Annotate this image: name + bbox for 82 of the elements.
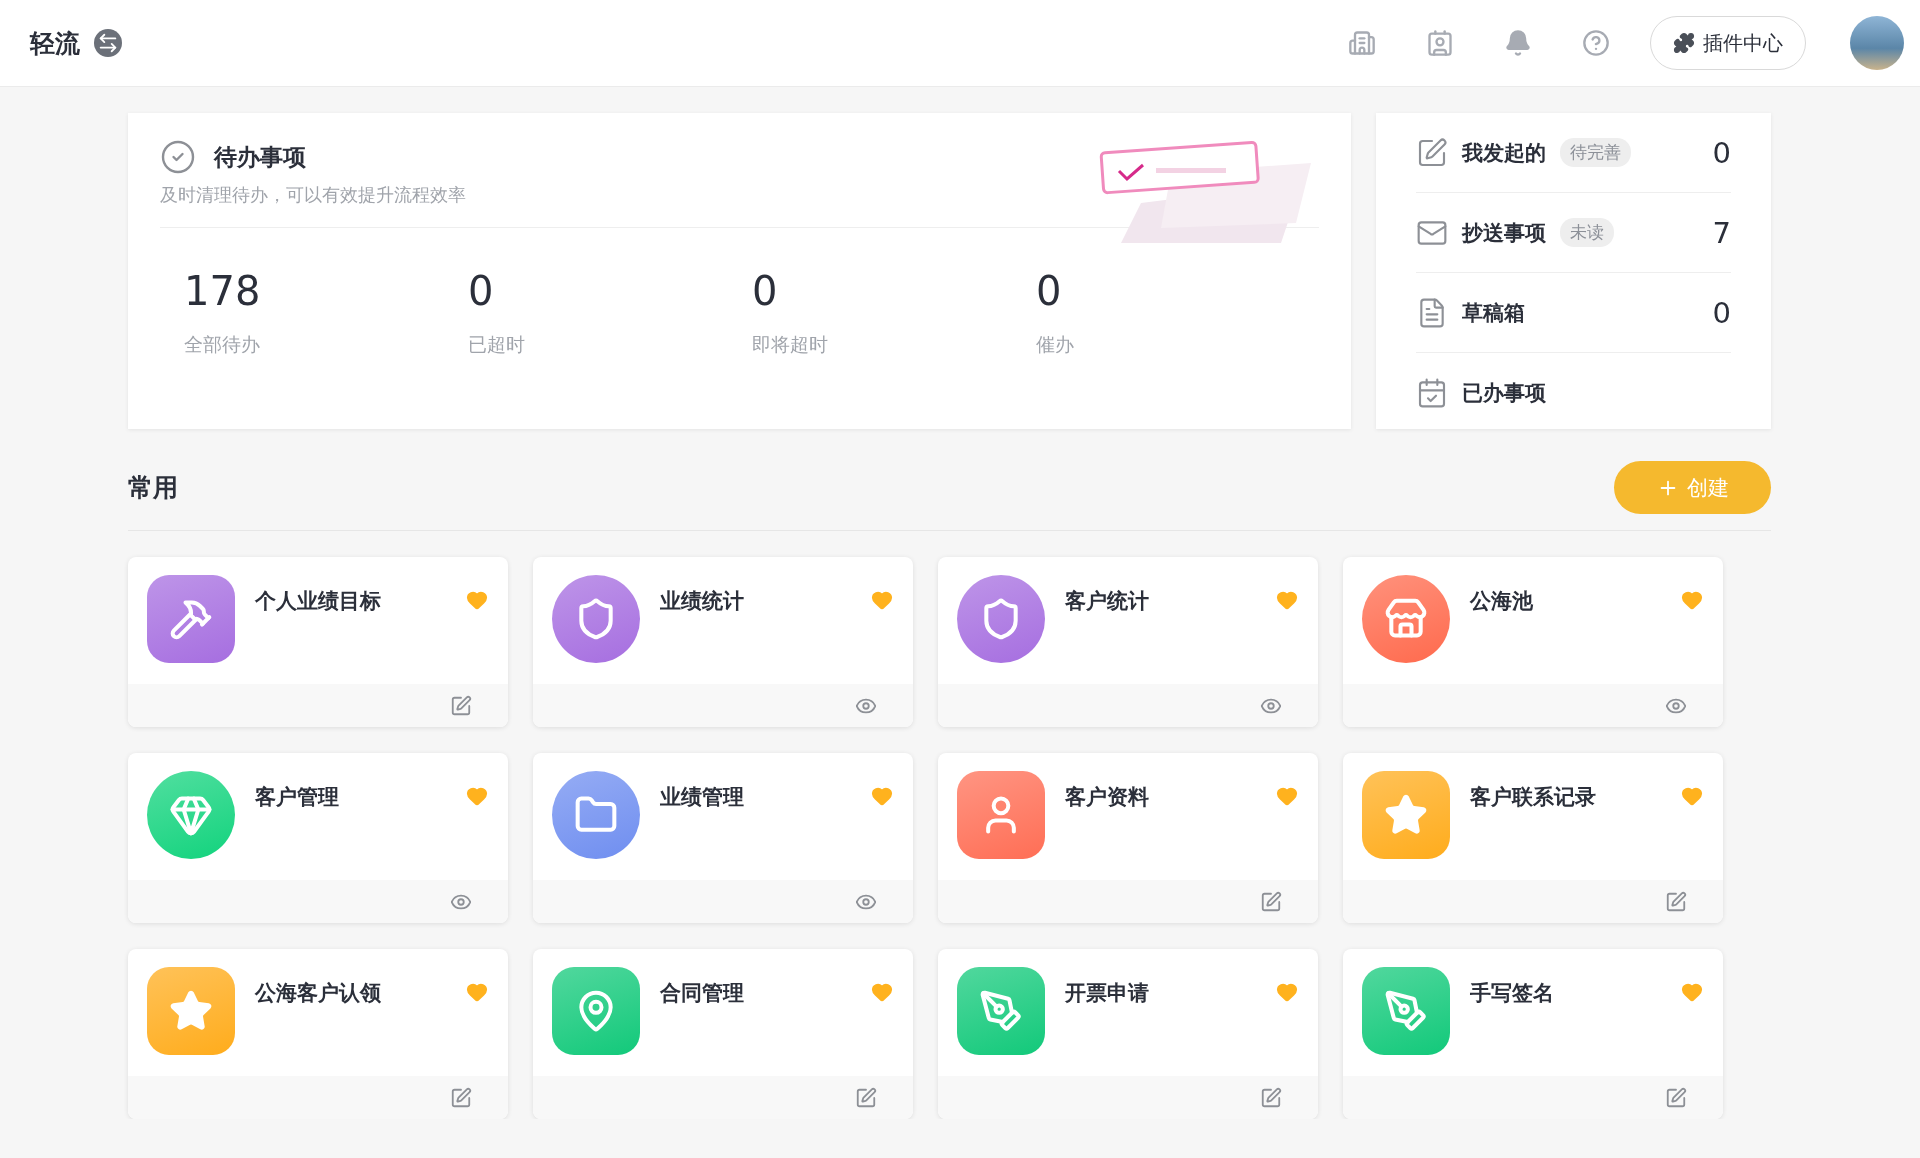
app-card[interactable]: 公海客户认领 [128,949,508,1119]
heart-icon[interactable] [1276,785,1298,807]
app-name: 公海客户认领 [255,980,382,1007]
app-name: 业绩统计 [660,588,745,615]
shortcut-label[interactable]: 抄送事项 [1462,218,1546,247]
stat-label: 即将超时 [752,332,829,357]
hammer-icon [169,597,213,641]
shortcut-count: 0 [1712,295,1731,330]
edit-icon[interactable] [1665,890,1687,913]
app-card[interactable]: 客户管理 [128,753,508,923]
heart-icon[interactable] [1681,785,1703,807]
stat-value: 178 [184,268,262,314]
app-card[interactable]: 客户统计 [938,557,1318,727]
help-icon[interactable] [1582,29,1610,57]
app-name: 客户联系记录 [1470,784,1597,811]
app-card[interactable]: 业绩管理 [533,753,913,923]
app-name: 业绩管理 [660,784,745,811]
app-card[interactable]: 业绩统计 [533,557,913,727]
edit-icon[interactable] [450,694,472,717]
stat-value: 0 [1036,268,1063,314]
store-icon [1384,597,1428,641]
shortcut-label[interactable]: 我发起的 [1462,138,1546,167]
shortcut-count: 7 [1712,215,1731,250]
stat-value: 0 [468,268,495,314]
heart-icon[interactable] [871,981,893,1003]
todo-subtitle: 及时清理待办，可以有效提升流程效率 [160,183,1319,228]
heart-icon[interactable] [1276,981,1298,1003]
edit-icon[interactable] [450,1086,472,1109]
app-card[interactable]: 个人业绩目标 [128,557,508,727]
heart-icon[interactable] [466,785,488,807]
building-icon[interactable] [1348,29,1376,57]
app-card[interactable]: 手写签名 [1343,949,1723,1119]
shortcut-label[interactable]: 草稿箱 [1462,298,1525,327]
heart-icon[interactable] [466,981,488,1003]
edit-icon[interactable] [855,1086,877,1109]
edit-icon[interactable] [1260,1086,1282,1109]
heart-icon[interactable] [1681,981,1703,1003]
heart-icon[interactable] [871,785,893,807]
shortcut-count: 0 [1712,135,1731,170]
status-tag: 待完善 [1560,138,1631,167]
app-name: 个人业绩目标 [255,588,382,615]
stat-label: 催办 [1036,332,1075,357]
gem-icon [169,793,213,837]
heart-icon[interactable] [466,589,488,611]
app-card[interactable]: 客户联系记录 [1343,753,1723,923]
todo-title: 待办事项 [214,142,306,172]
app-name: 开票申请 [1065,980,1150,1007]
app-name: 客户统计 [1065,588,1150,615]
star-icon [169,989,213,1033]
app-name: 客户资料 [1065,784,1150,811]
app-name: 合同管理 [660,980,745,1007]
status-tag: 未读 [1560,218,1614,247]
app-card[interactable]: 合同管理 [533,949,913,1119]
app-card[interactable]: 客户资料 [938,753,1318,923]
contact-card-icon[interactable] [1426,29,1454,57]
stat-value: 0 [752,268,779,314]
app-name: 客户管理 [255,784,340,811]
app-name: 手写签名 [1470,980,1555,1007]
avatar[interactable] [1850,16,1904,70]
plugin-center-button[interactable]: 插件中心 [1650,16,1806,70]
stat-label: 全部待办 [184,332,261,357]
check-circle-icon [160,139,196,175]
heart-icon[interactable] [871,589,893,611]
puzzle-icon [1673,32,1695,54]
edit-icon [1416,136,1448,169]
edit-icon[interactable] [1260,890,1282,913]
bell-icon[interactable] [1504,29,1532,57]
heart-icon[interactable] [1681,589,1703,611]
app-title: 轻流 [30,27,80,60]
section-title: 常用 [128,472,178,504]
app-card[interactable]: 开票申请 [938,949,1318,1119]
edit-icon[interactable] [1665,1086,1687,1109]
star-icon [1384,793,1428,837]
switch-icon[interactable] [94,29,122,57]
shortcut-label[interactable]: 已办事项 [1462,378,1546,407]
app-name: 公海池 [1470,588,1534,615]
calendar-check-icon [1416,376,1448,409]
pen-icon [1384,989,1428,1033]
app-card[interactable]: 公海池 [1343,557,1723,727]
stat-label: 已超时 [468,332,526,357]
pen-icon [979,989,1023,1033]
heart-icon[interactable] [1276,589,1298,611]
